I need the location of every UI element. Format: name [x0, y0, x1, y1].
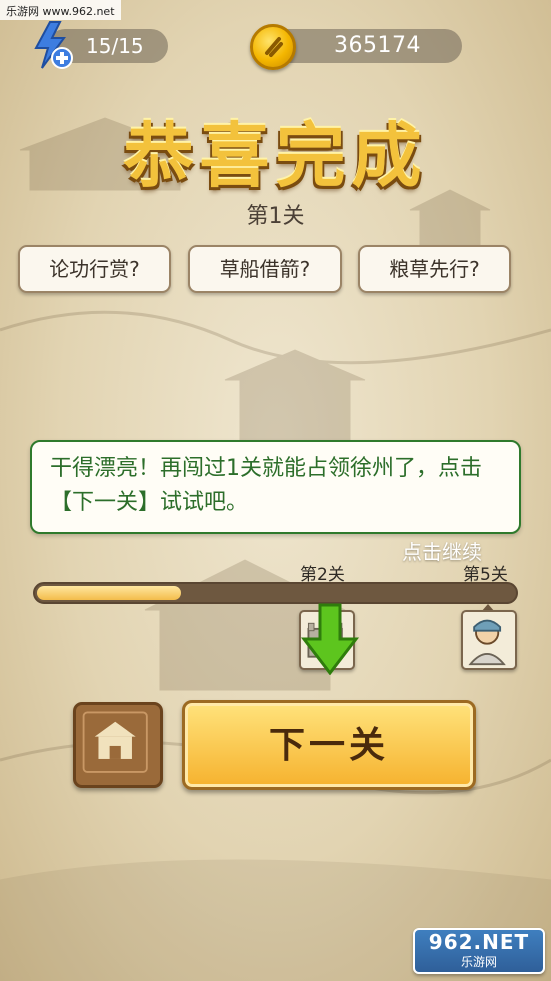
- next-level-button[interactable]: 下一关: [182, 700, 476, 790]
- general-portrait-icon: [468, 619, 506, 666]
- level-5-node[interactable]: [461, 610, 517, 670]
- lightning-plus-icon[interactable]: [30, 20, 74, 72]
- hint-dialog[interactable]: 干得漂亮！再闯过1关就能占领徐州了，点击【下一关】试试吧。: [30, 440, 521, 534]
- coin-value: 365174: [334, 33, 421, 58]
- progress-fill: [37, 586, 182, 600]
- level-label: 第1关: [246, 204, 305, 229]
- question-button-2[interactable]: 草船借箭?: [188, 245, 342, 293]
- city-button[interactable]: [73, 702, 163, 788]
- watermark-bottom: 962.NET 乐游网: [413, 928, 545, 974]
- question-button-1[interactable]: 论功行赏?: [18, 245, 171, 293]
- completion-title: 恭喜完成: [123, 114, 428, 197]
- watermark-top: 乐游网 www.962.net: [0, 0, 121, 20]
- down-arrow-icon: [300, 603, 360, 675]
- gold-coin-icon: [250, 24, 296, 70]
- question-button-3[interactable]: 粮草先行?: [358, 245, 511, 293]
- progress-bar: [33, 582, 518, 604]
- watermark-site: 乐游网: [460, 955, 497, 969]
- energy-value: 15/15: [86, 34, 144, 58]
- watermark-number: 962.NET: [428, 930, 530, 954]
- palace-gate-icon: [82, 711, 148, 773]
